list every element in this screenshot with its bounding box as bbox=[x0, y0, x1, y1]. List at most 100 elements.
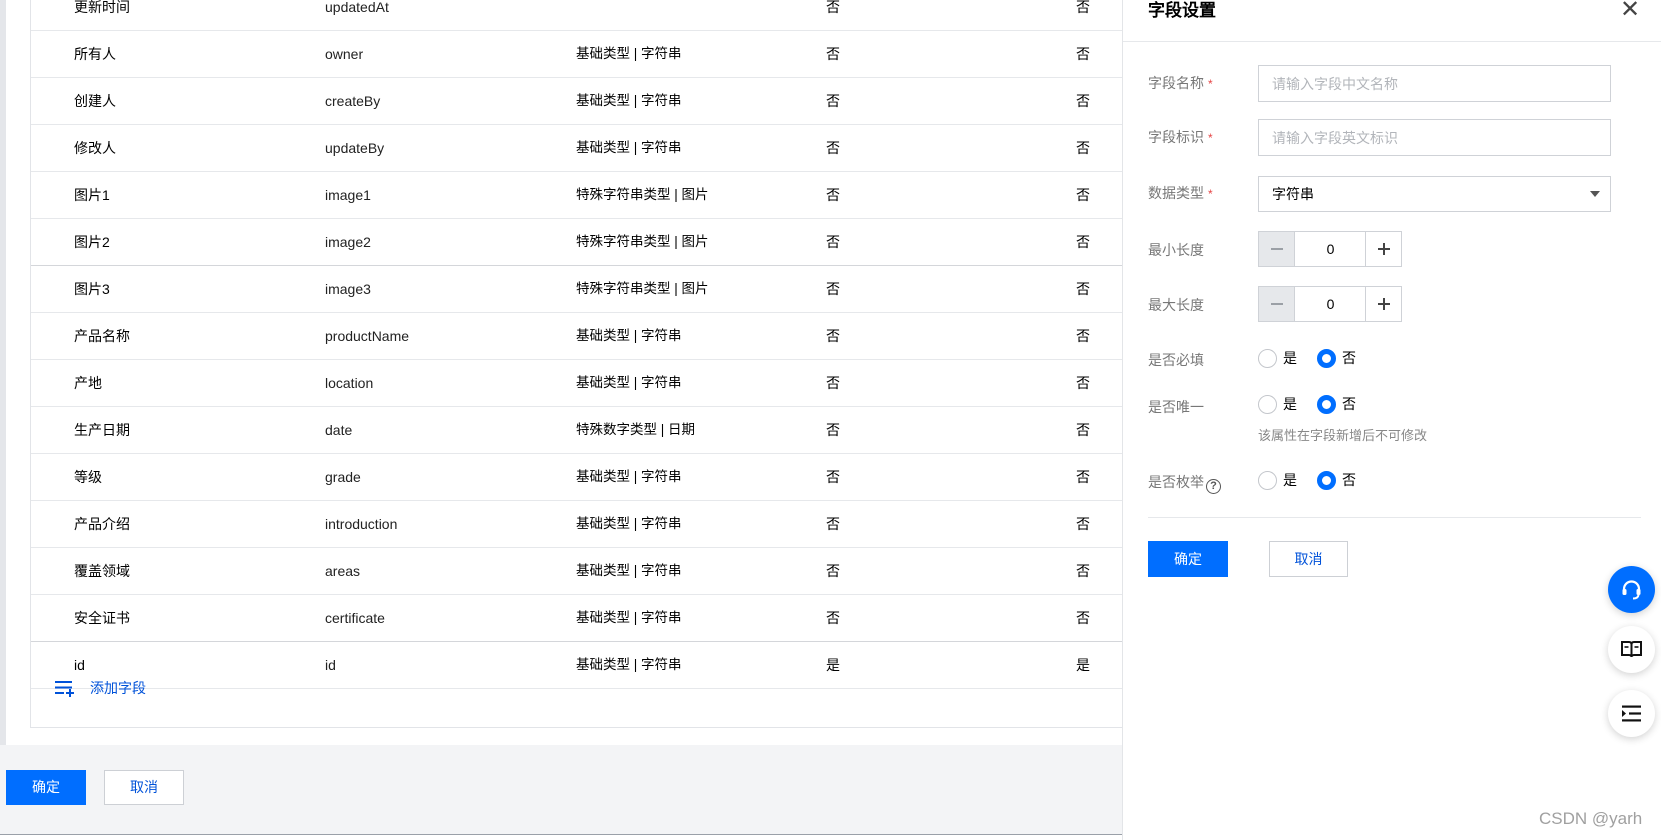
field-required-cell: 否 bbox=[826, 46, 840, 62]
table-row[interactable]: 覆盖领域 areas 基础类型 | 字符串 否 否 bbox=[31, 548, 1123, 595]
enum-no-label[interactable]: 否 bbox=[1342, 471, 1356, 490]
min-length-value[interactable]: 0 bbox=[1295, 232, 1366, 266]
field-required-cell: 否 bbox=[826, 0, 840, 15]
table-row[interactable]: 生产日期 date 特殊数字类型 | 日期 否 否 bbox=[31, 407, 1123, 454]
field-unique-cell: 否 bbox=[1076, 93, 1090, 109]
field-key-cell: date bbox=[325, 422, 353, 438]
field-type-cell: 基础类型 | 字符串 bbox=[576, 610, 682, 625]
required-mark: * bbox=[1208, 187, 1213, 201]
required-no-radio[interactable] bbox=[1317, 349, 1336, 368]
field-unique-cell: 否 bbox=[1076, 0, 1090, 15]
field-required-cell: 否 bbox=[826, 187, 840, 203]
drawer-cancel-button[interactable]: 取消 bbox=[1269, 541, 1348, 577]
field-required-cell: 否 bbox=[826, 328, 840, 344]
max-length-value[interactable]: 0 bbox=[1295, 287, 1366, 321]
cancel-button[interactable]: 取消 bbox=[104, 770, 184, 805]
field-key-label: 字段标识 * bbox=[1148, 127, 1213, 147]
drawer-title: 字段设置 bbox=[1148, 1, 1216, 20]
support-button[interactable] bbox=[1608, 566, 1655, 613]
table-row[interactable]: 创建人 createBy 基础类型 | 字符串 否 否 bbox=[31, 78, 1123, 125]
add-field-link[interactable]: 添加字段 bbox=[90, 665, 146, 711]
table-row[interactable]: 安全证书 certificate 基础类型 | 字符串 否 否 bbox=[31, 595, 1123, 642]
field-unique-cell: 否 bbox=[1076, 422, 1090, 438]
unique-no-label[interactable]: 否 bbox=[1342, 395, 1356, 414]
table-row[interactable]: 修改人 updateBy 基础类型 | 字符串 否 否 bbox=[31, 125, 1123, 172]
field-name-label-text: 字段名称 bbox=[1148, 75, 1204, 91]
field-name-cell: 产地 bbox=[74, 375, 102, 391]
field-unique-cell: 否 bbox=[1076, 281, 1090, 297]
field-key-cell: image3 bbox=[325, 281, 371, 297]
field-name-input[interactable] bbox=[1258, 65, 1611, 102]
table-row[interactable]: 产品介绍 introduction 基础类型 | 字符串 否 否 bbox=[31, 501, 1123, 548]
plus-icon[interactable] bbox=[1365, 232, 1401, 266]
field-name-cell: 产品名称 bbox=[74, 328, 130, 344]
enum-yes-radio[interactable] bbox=[1258, 471, 1277, 490]
field-required-cell: 否 bbox=[826, 93, 840, 109]
field-type-cell: 特殊字符串类型 | 图片 bbox=[576, 187, 709, 202]
max-length-label: 最大长度 bbox=[1148, 297, 1204, 313]
field-type-cell: 基础类型 | 字符串 bbox=[576, 375, 682, 390]
field-name-cell: 所有人 bbox=[74, 46, 116, 62]
field-type-cell: 基础类型 | 字符串 bbox=[576, 93, 682, 108]
field-key-input[interactable] bbox=[1258, 119, 1611, 156]
field-unique-cell: 否 bbox=[1076, 375, 1090, 391]
minus-icon[interactable] bbox=[1259, 232, 1295, 266]
watermark: CSDN @yarh bbox=[1539, 809, 1643, 828]
unique-no-radio[interactable] bbox=[1317, 395, 1336, 414]
enum-yes-label[interactable]: 是 bbox=[1283, 471, 1297, 490]
field-type-cell: 基础类型 | 字符串 bbox=[576, 516, 682, 531]
help-icon[interactable]: ? bbox=[1206, 479, 1221, 494]
data-type-select[interactable]: 字符串 bbox=[1258, 176, 1611, 212]
table-row[interactable]: 更新时间 updatedAt 否 否 bbox=[31, 0, 1123, 31]
field-unique-cell: 否 bbox=[1076, 46, 1090, 62]
enum-no-radio[interactable] bbox=[1317, 471, 1336, 490]
required-no-label[interactable]: 否 bbox=[1342, 349, 1356, 368]
required-yes-label[interactable]: 是 bbox=[1283, 349, 1297, 368]
drawer-confirm-button[interactable]: 确定 bbox=[1148, 541, 1228, 577]
required-yes-radio[interactable] bbox=[1258, 349, 1277, 368]
close-icon[interactable]: ✕ bbox=[1619, 0, 1641, 22]
table-row[interactable]: 图片2 image2 特殊字符串类型 | 图片 否 否 bbox=[31, 219, 1123, 266]
field-unique-cell: 否 bbox=[1076, 140, 1090, 156]
unique-yes-radio[interactable] bbox=[1258, 395, 1277, 414]
confirm-button[interactable]: 确定 bbox=[6, 770, 86, 805]
field-settings-drawer: 字段设置 ✕ 字段名称 * 字段标识 * 数据类型 * 字符串 最小长度 0 最大长度… bbox=[1122, 0, 1661, 840]
minus-icon[interactable] bbox=[1259, 287, 1295, 321]
table-row[interactable]: 所有人 owner 基础类型 | 字符串 否 否 bbox=[31, 31, 1123, 78]
unique-hint: 该属性在字段新增后不可修改 bbox=[1258, 428, 1428, 443]
add-field-row[interactable]: 添加字段 bbox=[31, 665, 1123, 711]
field-type-cell: 基础类型 | 字符串 bbox=[576, 328, 682, 343]
max-length-stepper: 0 bbox=[1258, 286, 1402, 322]
bottom-scrollbar[interactable] bbox=[0, 834, 1122, 840]
field-key-cell: areas bbox=[325, 563, 361, 579]
field-key-cell: location bbox=[325, 375, 374, 391]
main-content: 更新时间 updatedAt 否否所有人 owner 基础类型 | 字符串否否创建人 cr… bbox=[0, 0, 1123, 840]
field-required-cell: 否 bbox=[826, 281, 840, 297]
field-key-cell: image2 bbox=[325, 234, 371, 250]
field-name-cell: 安全证书 bbox=[74, 610, 130, 626]
field-required-cell: 否 bbox=[826, 516, 840, 532]
list-indent-icon bbox=[1622, 705, 1641, 722]
docs-button[interactable] bbox=[1608, 626, 1655, 673]
outline-button[interactable] bbox=[1608, 690, 1655, 737]
table-row[interactable]: 产品名称 productName 基础类型 | 字符串 否 否 bbox=[31, 313, 1123, 360]
is-required-label: 是否必填 bbox=[1148, 352, 1204, 368]
field-unique-cell: 否 bbox=[1076, 469, 1090, 485]
table-row[interactable]: 等级 grade 基础类型 | 字符串 否 否 bbox=[31, 454, 1123, 501]
required-mark: * bbox=[1208, 77, 1213, 91]
field-required-cell: 否 bbox=[826, 140, 840, 156]
field-type-cell: 特殊字符串类型 | 图片 bbox=[576, 281, 709, 296]
field-name-cell: 图片3 bbox=[74, 281, 110, 297]
field-type-cell: 特殊字符串类型 | 图片 bbox=[576, 234, 709, 249]
unique-yes-label[interactable]: 是 bbox=[1283, 395, 1297, 414]
table-row[interactable]: 图片3 image3 特殊字符串类型 | 图片 否 否 bbox=[31, 266, 1123, 313]
field-key-cell: createBy bbox=[325, 93, 381, 109]
data-type-label: 数据类型 * bbox=[1148, 183, 1213, 203]
plus-icon[interactable] bbox=[1365, 287, 1401, 321]
field-type-cell: 基础类型 | 字符串 bbox=[576, 469, 682, 484]
table-row[interactable]: 产地 location 基础类型 | 字符串 否 否 bbox=[31, 360, 1123, 407]
field-unique-cell: 否 bbox=[1076, 234, 1090, 250]
field-key-cell: updatedAt bbox=[325, 0, 389, 15]
table-row[interactable]: 图片1 image1 特殊字符串类型 | 图片 否 否 bbox=[31, 172, 1123, 219]
book-icon bbox=[1621, 641, 1642, 658]
